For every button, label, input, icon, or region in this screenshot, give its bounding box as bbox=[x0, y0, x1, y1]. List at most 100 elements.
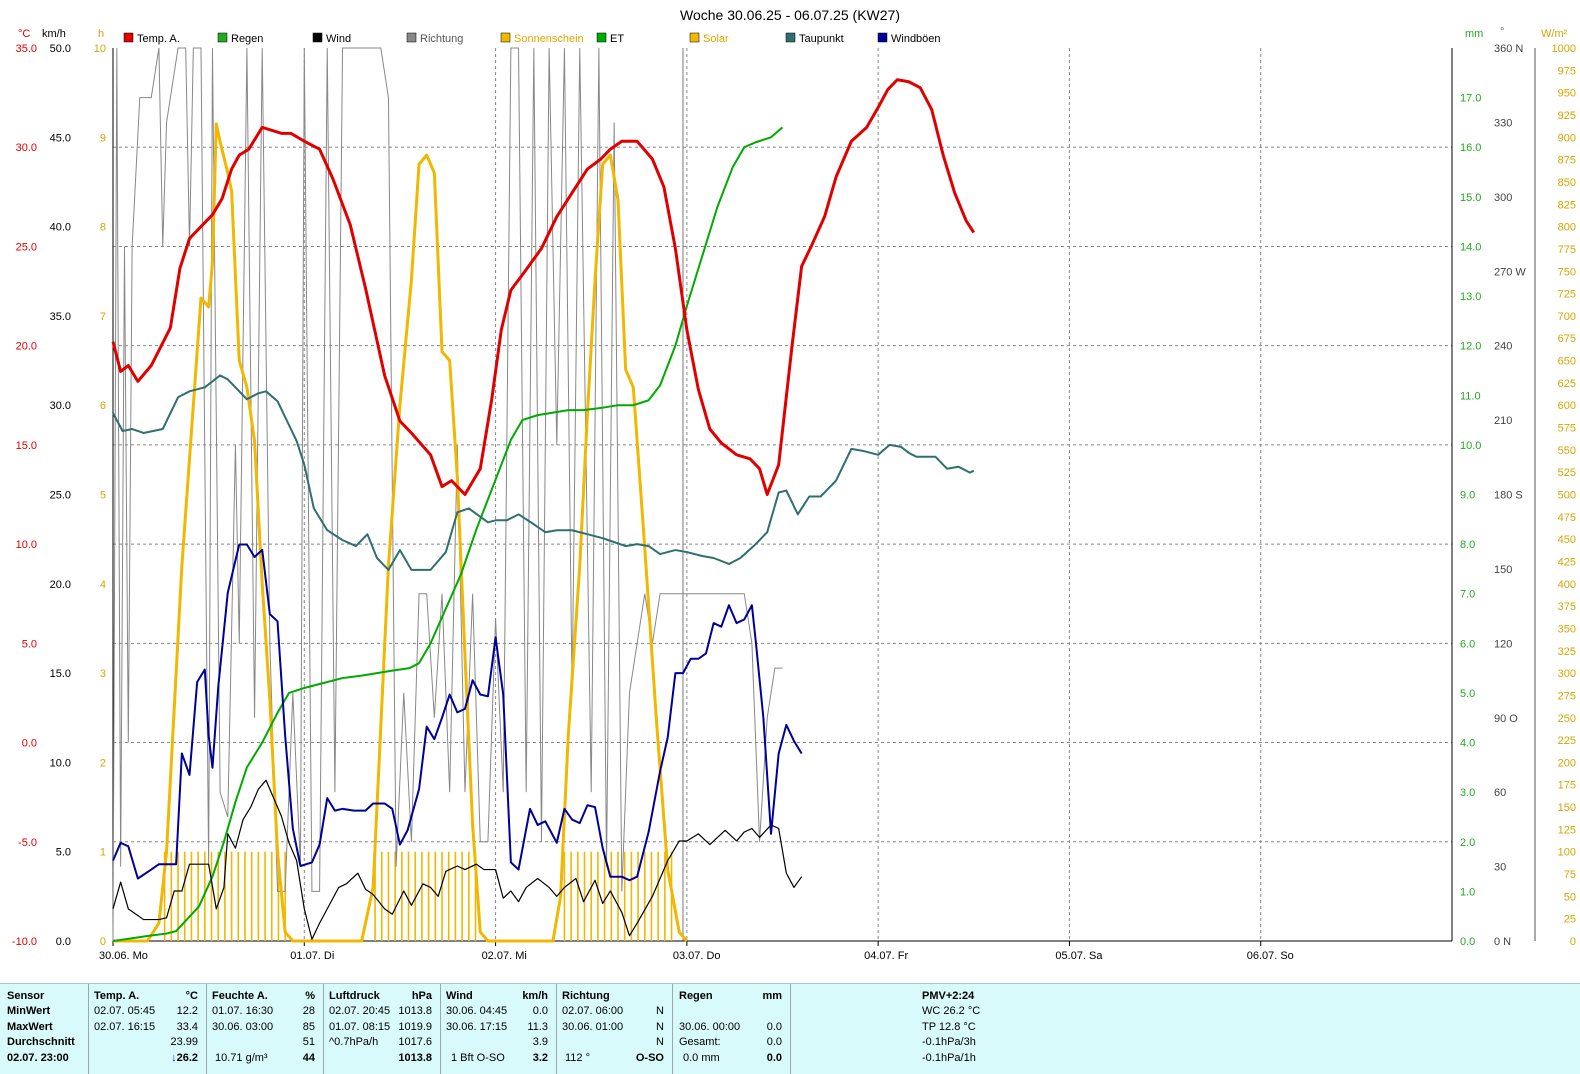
rain-tick-label: 16.0 bbox=[1460, 142, 1481, 154]
direction-tick-label: 120 bbox=[1494, 638, 1512, 650]
legend: Temp. A. Regen Wind Richtung Sonnenschein ET S… bbox=[123, 32, 941, 45]
rain-tick-label: 3.0 bbox=[1460, 787, 1475, 799]
stats-humidity: Feuchte A. % 01.07. 16:30 28 30.06. 03:0… bbox=[207, 984, 324, 1074]
rain-unit: mm bbox=[1465, 28, 1483, 40]
solar-tick-label: 725 bbox=[1558, 289, 1576, 301]
temp-unit-label: °C bbox=[185, 990, 198, 1002]
wind-tick-label: 5.0 bbox=[56, 847, 71, 859]
x-tick-label: 02.07. Mi bbox=[482, 950, 527, 962]
pressure-trend-3h: -0.1hPa/3h bbox=[922, 1036, 976, 1048]
minwert-label: MinWert bbox=[7, 1005, 51, 1017]
rain-header: Regen bbox=[679, 990, 713, 1002]
solar-tick-label: 350 bbox=[1558, 623, 1576, 635]
solar-tick-label: 800 bbox=[1558, 222, 1576, 234]
legend-label: Richtung bbox=[420, 33, 463, 45]
series-line-wind bbox=[112, 779, 803, 940]
temp-tick-label: 15.0 bbox=[16, 440, 37, 452]
rain-tick-label: 8.0 bbox=[1460, 539, 1475, 551]
wind-tick-label: 10.0 bbox=[50, 757, 71, 769]
sun-tick-label: 10 bbox=[94, 43, 106, 55]
rain-max-time: 30.06. 00:00 bbox=[679, 1021, 741, 1033]
pmv-title: PMV+2:24 bbox=[922, 990, 975, 1002]
maxwert-label: MaxWert bbox=[7, 1021, 53, 1033]
solar-tick-label: 700 bbox=[1558, 311, 1576, 323]
temp-average: 23.99 bbox=[170, 1036, 198, 1048]
temp-tick-label: 0.0 bbox=[22, 738, 37, 750]
x-tick-label: 01.07. Di bbox=[290, 950, 334, 962]
legend-swatch bbox=[312, 32, 323, 43]
sun-tick-label: 2 bbox=[100, 757, 106, 769]
solar-tick-label: 225 bbox=[1558, 735, 1576, 747]
direction-tick-label: 30 bbox=[1494, 862, 1506, 874]
humidity-current: 44 bbox=[302, 1052, 315, 1064]
weather-chart: Woche 30.06.25 - 06.07.25 (KW27) Temp. A… bbox=[12, 7, 1576, 962]
solar-tick-label: 850 bbox=[1558, 177, 1576, 189]
humidity-average: 51 bbox=[302, 1036, 315, 1048]
solar-tick-label: 125 bbox=[1558, 824, 1576, 836]
sun-tick-label: 9 bbox=[100, 132, 106, 144]
sun-tick-label: 5 bbox=[100, 490, 106, 502]
pressure-max-time: 01.07. 08:15 bbox=[329, 1021, 391, 1033]
solar-tick-label: 400 bbox=[1558, 579, 1576, 591]
axes: 35.030.025.020.015.010.05.00.0-5.0-10.05… bbox=[12, 43, 1576, 962]
rain-tick-label: 5.0 bbox=[1460, 688, 1475, 700]
rain-tick-label: 10.0 bbox=[1460, 440, 1481, 452]
wind-tick-label: 45.0 bbox=[50, 132, 71, 144]
humidity-min-value: 28 bbox=[302, 1005, 315, 1017]
stats-wind: Wind km/h 30.06. 04:45 0.0 30.06. 17:15 … bbox=[441, 984, 557, 1074]
rain-tick-label: 4.0 bbox=[1460, 738, 1475, 750]
legend-label: Regen bbox=[231, 33, 263, 45]
rain-current-mm: 0.0 mm bbox=[683, 1052, 720, 1064]
pressure-average: 1017.6 bbox=[398, 1036, 432, 1048]
solar-tick-label: 525 bbox=[1558, 467, 1576, 479]
direction-degrees: 112 ° bbox=[565, 1052, 590, 1064]
temp-unit: °C bbox=[18, 28, 30, 40]
solar-tick-label: 775 bbox=[1558, 244, 1576, 256]
pressure-max-value: 1019.9 bbox=[398, 1021, 432, 1033]
legend-swatch bbox=[406, 32, 417, 43]
solar-tick-label: 325 bbox=[1558, 646, 1576, 658]
sensor-header: Sensor bbox=[7, 990, 45, 1002]
temp-tick-label: -5.0 bbox=[18, 837, 37, 849]
solar-tick-label: 975 bbox=[1558, 65, 1576, 77]
solar-tick-label: 375 bbox=[1558, 601, 1576, 613]
direction-tick-label: 360 N bbox=[1494, 43, 1523, 55]
wind-unit-label: km/h bbox=[522, 990, 548, 1002]
rain-tick-label: 1.0 bbox=[1460, 886, 1475, 898]
solar-tick-label: 750 bbox=[1558, 266, 1576, 278]
solar-tick-label: 250 bbox=[1558, 713, 1576, 725]
legend-swatch bbox=[123, 32, 134, 43]
windchill: WC 26.2 °C bbox=[922, 1005, 981, 1017]
legend-label: Temp. A. bbox=[137, 33, 180, 45]
pressure-current: 1013.8 bbox=[398, 1052, 432, 1064]
chart-title: Woche 30.06.25 - 06.07.25 (KW27) bbox=[680, 7, 900, 23]
rain-tick-label: 9.0 bbox=[1460, 490, 1475, 502]
wind-tick-label: 50.0 bbox=[50, 43, 71, 55]
sun-tick-label: 3 bbox=[100, 668, 106, 680]
wind-unit: km/h bbox=[42, 28, 66, 40]
humidity-header: Feuchte A. bbox=[212, 990, 268, 1002]
wind-min-time: 30.06. 04:45 bbox=[446, 1005, 508, 1017]
solar-tick-label: 1000 bbox=[1552, 43, 1576, 55]
stats-direction: Richtung 02.07. 06:00 N 30.06. 01:00 N N… bbox=[557, 984, 673, 1074]
wind-max-value: 11.3 bbox=[527, 1021, 548, 1033]
solar-tick-label: 150 bbox=[1558, 802, 1576, 814]
rain-tick-label: 6.0 bbox=[1460, 638, 1475, 650]
temp-tick-label: 20.0 bbox=[16, 341, 37, 353]
rain-unit: mm bbox=[762, 990, 782, 1002]
temp-min-value: 12.2 bbox=[176, 1005, 198, 1017]
solar-tick-label: 200 bbox=[1558, 757, 1576, 769]
sun-tick-label: 6 bbox=[100, 400, 106, 412]
x-tick-label: 04.07. Fr bbox=[864, 950, 908, 962]
wind-tick-label: 40.0 bbox=[50, 222, 71, 234]
direction-min-value: N bbox=[656, 1005, 664, 1017]
x-tick-label: 05.07. Sa bbox=[1055, 950, 1103, 962]
direction-header: Richtung bbox=[562, 990, 610, 1002]
solar-tick-label: 50 bbox=[1564, 891, 1576, 903]
rain-max-value: 0.0 bbox=[766, 1021, 782, 1033]
legend-label: Wind bbox=[326, 33, 351, 45]
direction-tick-label: 60 bbox=[1494, 787, 1506, 799]
legend-swatch bbox=[877, 32, 888, 43]
wind-tick-label: 25.0 bbox=[50, 490, 71, 502]
direction-tick-label: 240 bbox=[1494, 341, 1512, 353]
